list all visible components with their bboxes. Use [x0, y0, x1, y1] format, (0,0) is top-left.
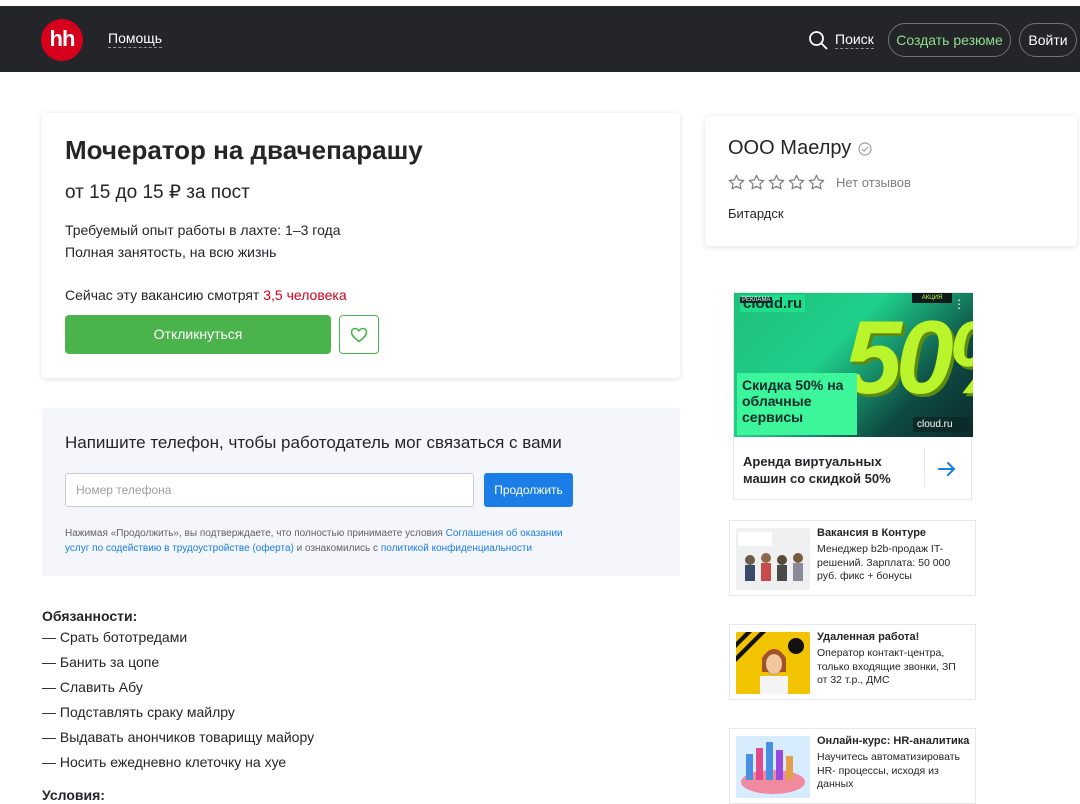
company-card: ООО Маелру Нет отзывов Битардск: [705, 116, 1077, 246]
cloud-ad[interactable]: 50% cloud.ru РЕКЛАМА АКЦИЯ ⋮ Скидка 50% …: [733, 292, 973, 500]
ad-promo-tag: РЕКЛАМА: [740, 297, 773, 303]
ad-text: Оператор контакт-центра, только входящие…: [817, 647, 956, 686]
vacancy-viewers: Сейчас эту вакансию смотрят 3,5 человека: [65, 287, 347, 303]
ad-hr-course[interactable]: Онлайн-курс: HR-аналитика Научитесь авто…: [729, 728, 976, 804]
ad-title: Вакансия в Контуре: [817, 527, 927, 539]
continue-button[interactable]: Продолжить: [484, 473, 573, 507]
star-icon: [728, 174, 745, 190]
vacancy-title: Мочератор на двачепарашу: [65, 135, 423, 165]
duties-title: Обязанности:: [42, 608, 138, 624]
search-link[interactable]: Поиск: [808, 28, 874, 52]
ad-thumbnail: [736, 736, 810, 798]
duty-item: — Банить за цопе: [42, 654, 160, 670]
no-reviews-label[interactable]: Нет отзывов: [836, 175, 911, 190]
privacy-policy-link[interactable]: политикой конфиденциальности: [381, 543, 532, 554]
vacancy-card: Мочератор на двачепарашу от 15 до 15 ₽ з…: [42, 113, 680, 378]
ad-big-number: 50%: [844, 300, 973, 416]
rating-stars: Нет отзывов: [728, 174, 911, 191]
duty-item: — Носить ежедневно клеточку на хуе: [42, 754, 287, 770]
ad-remote-work[interactable]: Удаленная работа! Оператор контакт-центр…: [729, 624, 976, 700]
duty-item: — Подставлять сраку майлру: [42, 704, 235, 720]
ad-caption[interactable]: Аренда виртуальных машин со скидкой 50%: [743, 453, 923, 487]
phone-input[interactable]: [65, 473, 474, 507]
terms-prefix: Нажимая «Продолжить», вы подтверждаете, …: [65, 528, 446, 539]
ad-text: Научитесь автоматизировать HR- процессы,…: [817, 751, 960, 790]
login-button[interactable]: Войти: [1019, 23, 1077, 57]
star-icon: [808, 174, 825, 190]
more-options-icon[interactable]: ⋮: [953, 298, 965, 310]
viewers-count: 3,5 человека: [263, 287, 347, 303]
favorite-button[interactable]: [339, 315, 379, 354]
phone-form-title: Напишите телефон, чтобы работодатель мог…: [65, 433, 562, 452]
star-icon: [748, 174, 765, 190]
duty-item: — Выдавать анончиков товарищу майору: [42, 729, 315, 745]
ad-kontur[interactable]: Вакансия в Контуре Менеджер b2b-продаж I…: [729, 520, 976, 596]
heart-icon: [350, 327, 368, 342]
verified-check-icon: [858, 141, 872, 156]
company-name[interactable]: ООО Маелру: [728, 137, 851, 160]
cloud-ad-banner[interactable]: 50% cloud.ru РЕКЛАМА АКЦИЯ ⋮ Скидка 50% …: [734, 293, 973, 437]
ad-discount-text: Скидка 50% на облачные сервисы: [737, 373, 857, 435]
star-icon: [788, 174, 805, 190]
ad-thumbnail: [736, 632, 810, 694]
duty-item: — Славить Абу: [42, 679, 143, 695]
help-link[interactable]: Помощь: [108, 30, 163, 48]
search-icon: [809, 31, 828, 50]
arrow-right-icon[interactable]: [937, 459, 957, 479]
site-header: hh Помощь Поиск Создать резюме Войти: [0, 6, 1080, 72]
ad-divider: [924, 447, 925, 487]
ad-cloud-badge: cloud.ru: [913, 417, 969, 432]
terms-middle: и ознакомились с: [293, 543, 381, 554]
star-icon: [768, 174, 785, 190]
vacancy-employment: Полная занятость, на всю жизнь: [65, 244, 277, 260]
phone-form: Напишите телефон, чтобы работодатель мог…: [42, 408, 680, 576]
search-label: Поиск: [835, 31, 874, 49]
duties-list: — Срать бототредами — Банить за цопе — С…: [42, 628, 314, 778]
duty-item: — Срать бототредами: [42, 629, 188, 645]
ad-akcia-label: АКЦИЯ: [912, 293, 952, 303]
hh-logo[interactable]: hh: [41, 19, 83, 61]
create-resume-button[interactable]: Создать резюме: [888, 23, 1011, 57]
ad-thumbnail: [736, 528, 810, 590]
viewers-prefix: Сейчас эту вакансию смотрят: [65, 287, 264, 303]
ad-title: Удаленная работа!: [817, 631, 920, 643]
vacancy-experience: Требуемый опыт работы в лахте: 1–3 года: [65, 222, 341, 238]
ad-title: Онлайн-курс: HR-аналитика: [817, 735, 970, 747]
company-city: Битардск: [728, 206, 784, 221]
apply-button[interactable]: Откликнуться: [65, 315, 331, 354]
vacancy-salary: от 15 до 15 ₽ за пост: [65, 182, 250, 203]
company-name-row[interactable]: ООО Маелру: [728, 137, 872, 160]
phone-terms: Нажимая «Продолжить», вы подтверждаете, …: [65, 526, 585, 556]
ad-text: Менеджер b2b-продаж IT-решений. Зарплата…: [817, 543, 951, 582]
conditions-title: Условия:: [42, 787, 105, 803]
